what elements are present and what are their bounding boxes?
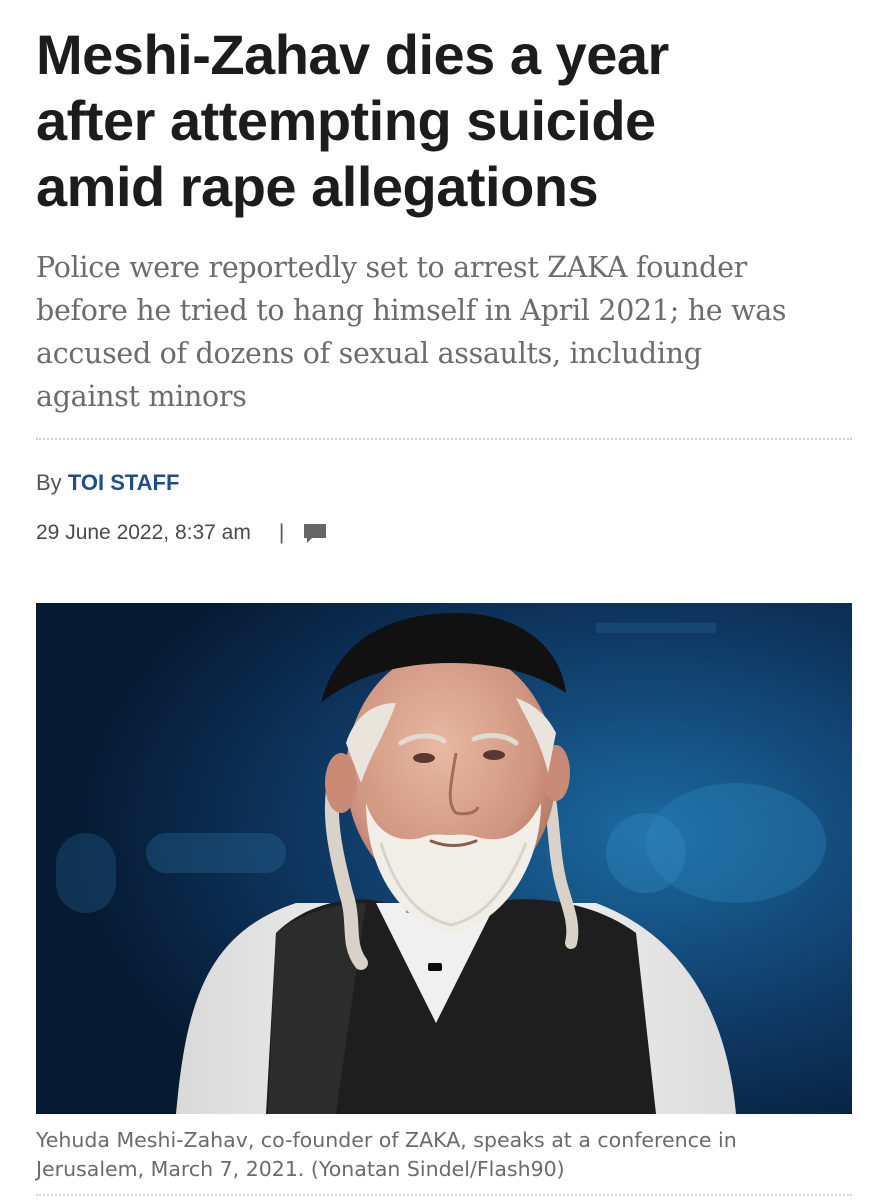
headline-line: Meshi-Zahav dies a year [36, 23, 669, 86]
subheadline: Police were reportedly set to arrest ZAK… [36, 246, 852, 418]
photo-of-speaker [36, 603, 852, 1114]
publish-timestamp: 29 June 2022, 8:37 am [36, 521, 251, 544]
headline: Meshi-Zahav dies a year after attempting… [36, 22, 852, 220]
article-meta: 29 June 2022, 8:37 am | [36, 520, 852, 546]
headline-line: after attempting suicide [36, 89, 656, 152]
footer-divider [36, 1194, 852, 1196]
headline-line: amid rape allegations [36, 155, 599, 218]
meta-separator: | [278, 521, 285, 544]
article-photo [36, 603, 852, 1114]
byline-prefix: By [36, 470, 62, 495]
caption-line: Yehuda Meshi-Zahav, co-founder of ZAKA, … [36, 1128, 737, 1152]
byline: By TOI STAFF [36, 470, 852, 496]
article: Meshi-Zahav dies a year after attempting… [36, 22, 852, 546]
subheadline-line: against minors [36, 380, 247, 413]
comment-icon[interactable] [302, 521, 328, 545]
author-link[interactable]: TOI STAFF [68, 470, 180, 495]
subheadline-line: before he tried to hang himself in April… [36, 294, 787, 327]
subheadline-line: accused of dozens of sexual assaults, in… [36, 337, 702, 370]
caption-line: Jerusalem, March 7, 2021. (Yonatan Sinde… [36, 1157, 565, 1181]
header-divider [36, 438, 852, 440]
subheadline-line: Police were reportedly set to arrest ZAK… [36, 251, 747, 284]
photo-caption: Yehuda Meshi-Zahav, co-founder of ZAKA, … [36, 1126, 852, 1184]
